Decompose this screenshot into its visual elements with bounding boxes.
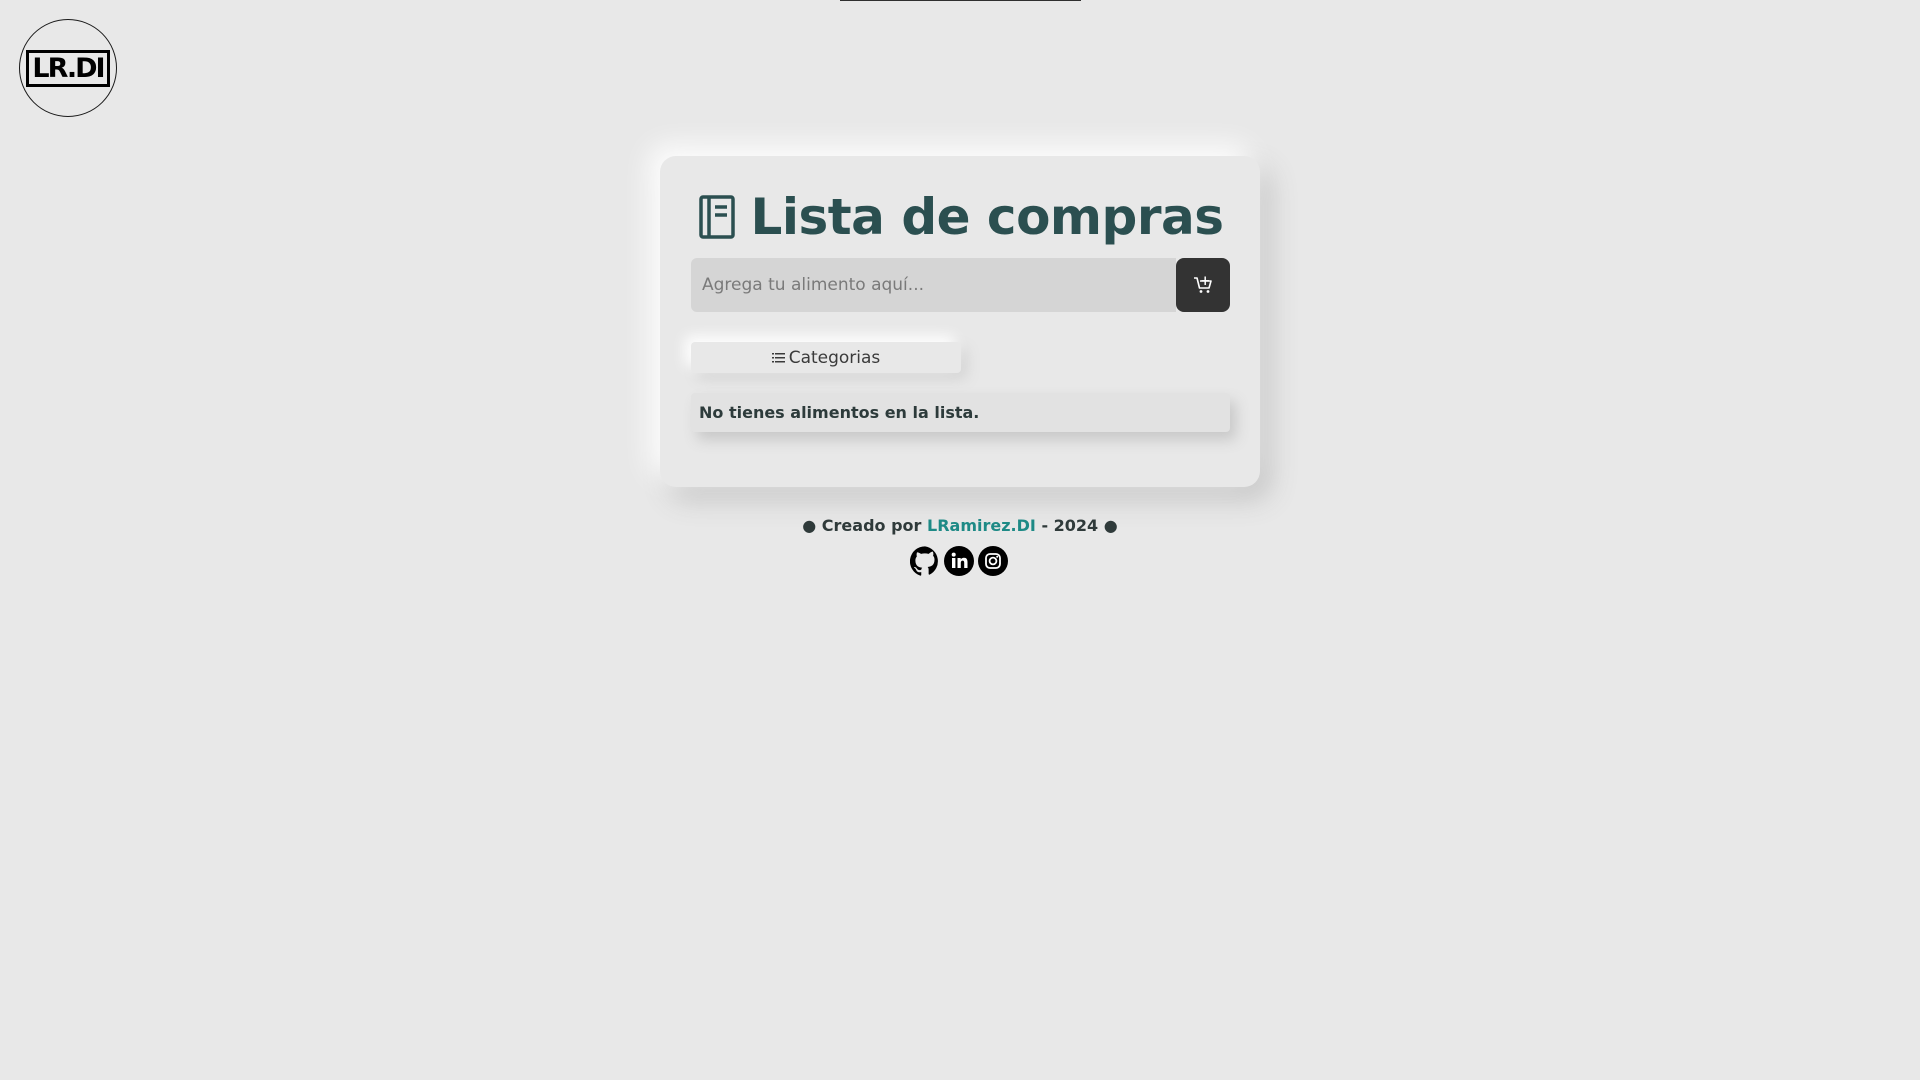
github-icon[interactable] bbox=[910, 546, 940, 576]
social-links bbox=[910, 546, 1008, 576]
cart-add-icon bbox=[1194, 276, 1212, 293]
shopping-list-card: Lista de compras Categorias No tienes al… bbox=[660, 156, 1260, 487]
linkedin-icon[interactable] bbox=[944, 546, 974, 576]
list-icon bbox=[771, 352, 785, 362]
add-food-button[interactable] bbox=[1176, 258, 1230, 312]
notebook-icon bbox=[698, 195, 735, 239]
title-row: Lista de compras bbox=[660, 192, 1260, 242]
brand-logo[interactable]: LR.DI bbox=[19, 19, 117, 117]
logo-frame: LR.DI bbox=[26, 49, 110, 87]
food-input[interactable] bbox=[691, 258, 1176, 312]
top-divider bbox=[840, 0, 1081, 1]
author-link[interactable]: LRamirez.DI bbox=[927, 516, 1036, 535]
instagram-icon[interactable] bbox=[978, 546, 1008, 576]
logo-text: LR.DI bbox=[32, 52, 105, 84]
categories-button[interactable]: Categorias bbox=[691, 342, 961, 373]
page-title: Lista de compras bbox=[750, 188, 1224, 246]
footer-prefix: ● Creado por bbox=[802, 516, 922, 535]
empty-list-text: No tienes alimentos en la lista. bbox=[699, 403, 980, 422]
footer-suffix: - 2024 ● bbox=[1041, 516, 1118, 535]
empty-list-message: No tienes alimentos en la lista. bbox=[691, 393, 1230, 432]
categories-label: Categorias bbox=[788, 347, 881, 368]
footer-credit: ● Creado por LRamirez.DI - 2024 ● bbox=[0, 516, 1920, 535]
